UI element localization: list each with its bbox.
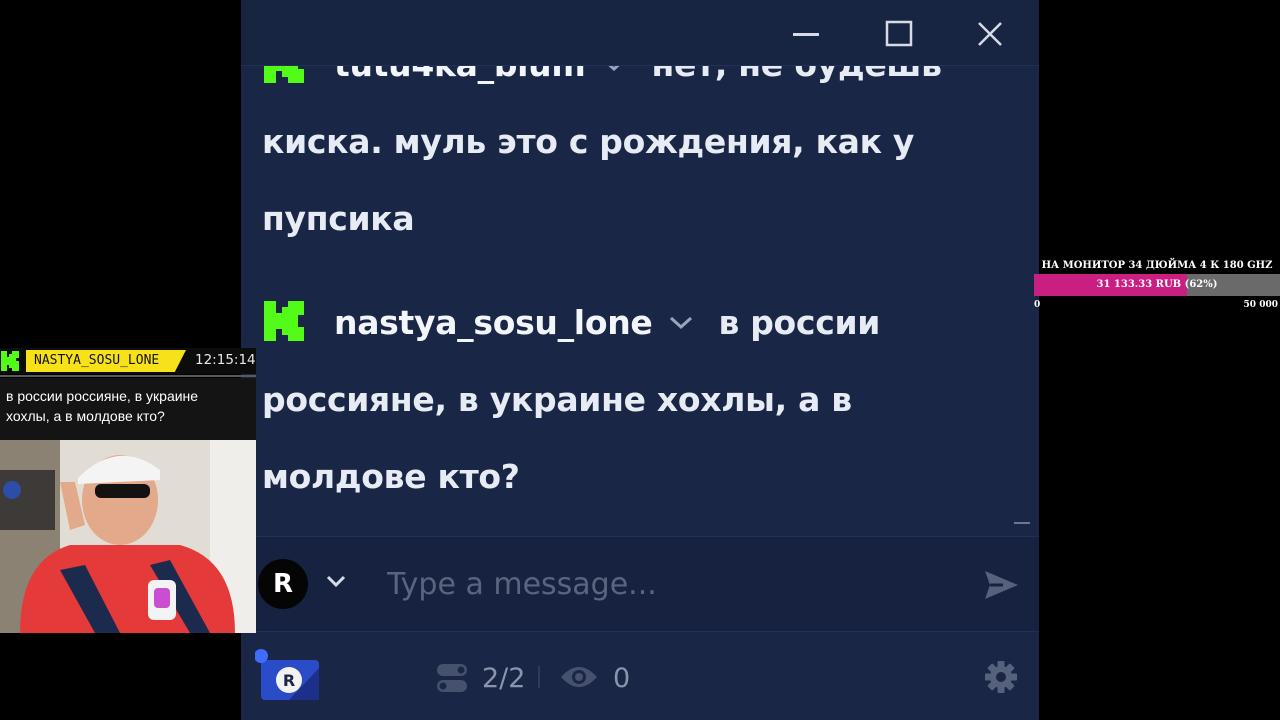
chevron-down-icon[interactable]: [599, 66, 629, 74]
streamer-webcam-image: [0, 440, 256, 633]
scroll-indicator[interactable]: [1014, 522, 1030, 524]
message-input[interactable]: [387, 559, 947, 609]
gear-icon[interactable]: [984, 660, 1018, 694]
goal-progress-bar: 31 133.33 RUB (62%): [1034, 274, 1280, 296]
message-text-line: россияне, в украине хохлы, а в: [262, 380, 852, 419]
overlay-message-header: NASTYA_SOSU_LONE 12:15:14: [0, 348, 256, 374]
donation-goal-widget: НА МОНИТОР 34 ДЮЙМА 4 К 180 GHZ 31 133.3…: [1034, 256, 1280, 316]
overlay-message-line: хохлы, а в молдове кто?: [6, 408, 165, 424]
chevron-down-icon[interactable]: [666, 312, 696, 332]
chat-message: tutu4ka_blum нет, не будешь киска. муль э…: [262, 66, 962, 257]
goal-amount: 31 133.33 RUB (62%): [1096, 279, 1218, 290]
divider: [538, 666, 540, 688]
close-icon: [978, 22, 1002, 46]
app-logo-icon[interactable]: R: [255, 648, 323, 704]
message-username[interactable]: nastya_sosu_lone: [334, 303, 653, 342]
eye-icon: [561, 667, 597, 687]
overlay-message-text: в россии россияне, в украине хохлы, а в …: [0, 378, 256, 440]
webcam-feed: [0, 440, 256, 633]
maximize-button[interactable]: [877, 14, 921, 54]
status-bar: R 2/2 0: [241, 632, 1039, 720]
kick-badge-icon: [264, 66, 304, 83]
goal-max-label: 50 000: [1243, 300, 1278, 310]
goal-title: НА МОНИТОР 34 ДЮЙМА 4 К 180 GHZ: [1041, 260, 1273, 271]
goal-min-label: 0: [1034, 300, 1041, 310]
kick-badge-icon: [1, 351, 19, 371]
message-text-line: нет, не будешь: [651, 66, 942, 84]
chat-message: nastya_sosu_lone в россии россияне, в укр…: [262, 284, 962, 515]
send-icon[interactable]: [981, 565, 1021, 605]
kick-badge-icon: [264, 300, 304, 341]
message-composer: R: [241, 536, 1039, 632]
maximize-icon: [885, 20, 913, 47]
account-avatar[interactable]: R: [258, 559, 308, 609]
overlay-timestamp: 12:15:14: [195, 352, 256, 368]
connections-icon: [437, 664, 467, 692]
divider: [0, 375, 256, 377]
message-username[interactable]: tutu4ka_blum: [334, 66, 586, 84]
overlay-username: NASTYA_SOSU_LONE: [26, 350, 186, 372]
overlay-message-line: в россии россияне, в украине: [6, 388, 199, 404]
connection-count: 2/2: [482, 663, 526, 694]
chat-window: tutu4ka_blum нет, не будешь киска. муль э…: [241, 0, 1039, 720]
close-button[interactable]: [968, 14, 1012, 54]
minimize-icon: [793, 33, 819, 36]
chevron-down-icon[interactable]: [325, 573, 347, 589]
svg-text:R: R: [283, 671, 295, 690]
message-text-line: молдове кто?: [262, 457, 520, 496]
title-bar: [241, 0, 1039, 66]
overlay-chat-message: NASTYA_SOSU_LONE 12:15:14 в россии росси…: [0, 348, 256, 440]
message-text-line: пупсика: [262, 199, 415, 238]
viewer-count: 0: [613, 663, 631, 694]
minimize-button[interactable]: [784, 14, 828, 54]
message-list[interactable]: tutu4ka_blum нет, не будешь киска. муль э…: [241, 66, 1039, 536]
message-text-line: киска. муль это с рождения, как у: [262, 122, 915, 161]
message-text-line: в россии: [718, 303, 881, 342]
